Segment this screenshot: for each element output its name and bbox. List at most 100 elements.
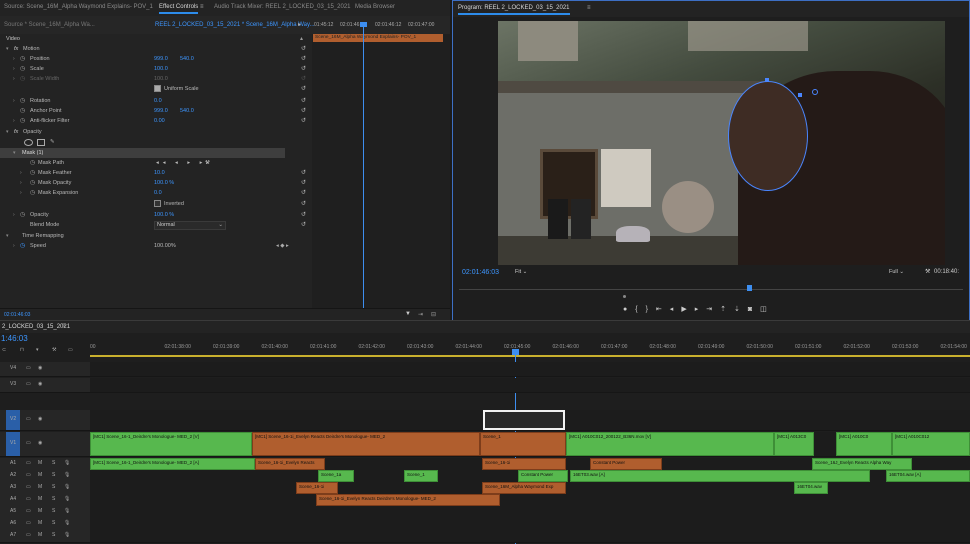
sync-lock-icon[interactable]: ▭ bbox=[26, 472, 31, 478]
mask-expansion-expand-icon[interactable]: › bbox=[20, 188, 22, 198]
mute-icon[interactable]: M bbox=[38, 508, 42, 514]
mute-icon[interactable]: M bbox=[38, 496, 42, 502]
position-stopwatch-icon[interactable]: ◷ bbox=[20, 54, 25, 64]
rotation-stopwatch-icon[interactable]: ◷ bbox=[20, 96, 25, 106]
mask-feather-value[interactable]: 10.0 bbox=[154, 168, 165, 178]
mask-feather-stopwatch-icon[interactable]: ◷ bbox=[30, 168, 35, 178]
extract-icon[interactable]: ⇣ bbox=[734, 306, 748, 313]
scale-width-reset-icon[interactable]: ↺ bbox=[301, 74, 306, 84]
antiflicker-stopwatch-icon[interactable]: ◷ bbox=[20, 116, 25, 126]
rotation-value[interactable]: 0.0 bbox=[154, 96, 162, 106]
motion-reset-icon[interactable]: ↺ bbox=[301, 44, 306, 54]
ellipse-mask-icon[interactable] bbox=[24, 139, 33, 146]
timeline-clip[interactable]: [MC1] A013C0 bbox=[774, 432, 814, 456]
time-remap-expand-icon[interactable]: ▾ bbox=[6, 231, 9, 241]
mask-ellipse-overlay[interactable] bbox=[728, 81, 808, 191]
timeline-clip[interactable]: Constant Power bbox=[590, 458, 662, 470]
captions-icon[interactable]: ▭ bbox=[68, 347, 73, 353]
mask-expand-icon[interactable]: ▾ bbox=[13, 148, 16, 158]
mask-path-stopwatch-icon[interactable]: ◷ bbox=[30, 158, 35, 168]
sync-lock-icon[interactable]: ▭ bbox=[26, 532, 31, 538]
compare-icon[interactable]: ◫ bbox=[760, 306, 775, 313]
mute-icon[interactable]: M bbox=[38, 532, 42, 538]
mask-expansion-stopwatch-icon[interactable]: ◷ bbox=[30, 188, 35, 198]
mask-label[interactable]: Mask (1) bbox=[22, 148, 43, 158]
position-reset-icon[interactable]: ↺ bbox=[301, 54, 306, 64]
mask-feather-expand-icon[interactable]: › bbox=[20, 168, 22, 178]
pen-tool-icon[interactable]: ✎ bbox=[50, 137, 55, 147]
mask-handle-top[interactable] bbox=[765, 78, 769, 82]
uniform-scale-checkbox[interactable]: Uniform Scale bbox=[154, 84, 199, 94]
mic-icon[interactable]: 🎙 bbox=[64, 472, 70, 478]
opacity-value[interactable]: 100.0 % bbox=[154, 210, 174, 220]
eye-icon[interactable]: ◉ bbox=[38, 381, 42, 387]
play-only-icon[interactable]: ▸ bbox=[298, 21, 301, 28]
keyframe-nav-icon[interactable]: ◂ ◆ ▸ bbox=[276, 241, 289, 251]
sync-lock-icon[interactable]: ▭ bbox=[26, 381, 31, 387]
mic-icon[interactable]: 🎙 bbox=[64, 508, 70, 514]
step-back-icon[interactable]: ◂ bbox=[670, 306, 682, 313]
timeline-clip[interactable]: [MC1] A010C012_200122_B36N.mov [V] bbox=[566, 432, 774, 456]
sync-lock-icon[interactable]: ▭ bbox=[26, 440, 31, 446]
program-time-ruler[interactable] bbox=[459, 289, 963, 290]
tab-media-browser[interactable]: Media Browser bbox=[355, 4, 395, 10]
timeline-clip[interactable]: Scene_16-1i bbox=[482, 458, 566, 470]
solo-icon[interactable]: S bbox=[52, 532, 55, 538]
timeline-clip[interactable]: Scene_16-1i_Evelyn Reacts bbox=[255, 458, 325, 470]
timeline-clip[interactable]: 16ET03.wav [A] bbox=[570, 470, 870, 482]
tab-effect-controls[interactable]: Effect Controls bbox=[159, 4, 199, 14]
mask-feather-reset-icon[interactable]: ↺ bbox=[301, 168, 306, 178]
mask-opacity-value[interactable]: 100.0 % bbox=[154, 178, 174, 188]
timeline-clip[interactable]: Scene_16M_Alpha Waymond Exp bbox=[482, 482, 566, 494]
timeline-clip[interactable]: Scene_1 bbox=[480, 432, 566, 456]
track-header-v4[interactable]: V4 ▭ ◉ bbox=[0, 362, 90, 377]
scale-expand-icon[interactable]: › bbox=[13, 64, 15, 74]
work-area-bar[interactable] bbox=[90, 355, 970, 357]
mic-icon[interactable]: 🎙 bbox=[64, 460, 70, 466]
timeline-clip[interactable] bbox=[483, 410, 565, 430]
track-v3[interactable] bbox=[90, 378, 970, 393]
mask-opacity-reset-icon[interactable]: ↺ bbox=[301, 178, 306, 188]
scale-value[interactable]: 100.0 bbox=[154, 64, 168, 74]
sync-lock-icon[interactable]: ▭ bbox=[26, 520, 31, 526]
in-point-marker[interactable] bbox=[623, 295, 626, 298]
speed-expand-icon[interactable]: › bbox=[13, 241, 15, 251]
mask-expansion-value[interactable]: 0.0 bbox=[154, 188, 162, 198]
tab-program[interactable]: Program: REEL 2_LOCKED_03_15_2021 bbox=[458, 5, 570, 15]
scale-width-expand-icon[interactable]: › bbox=[13, 74, 15, 84]
speed-value[interactable]: 100.00% bbox=[154, 241, 176, 251]
export-icon[interactable]: ⇥ bbox=[418, 311, 423, 318]
source-selector[interactable]: Source * Scene_16M_Alpha Wa... bbox=[4, 22, 95, 28]
track-v4[interactable] bbox=[90, 362, 970, 377]
eye-icon[interactable]: ◉ bbox=[38, 440, 42, 446]
step-forward-icon[interactable]: ▸ bbox=[695, 306, 707, 313]
solo-icon[interactable]: S bbox=[52, 508, 55, 514]
mask-rotate-handle[interactable] bbox=[812, 89, 818, 95]
mic-icon[interactable]: 🎙 bbox=[64, 532, 70, 538]
sync-lock-icon[interactable]: ▭ bbox=[26, 460, 31, 466]
opacity-stopwatch-icon[interactable]: ◷ bbox=[20, 210, 25, 220]
ec-current-time[interactable]: 02:01:46:03 bbox=[4, 312, 30, 318]
blend-mode-reset-icon[interactable]: ↺ bbox=[301, 220, 306, 230]
timeline-clip[interactable]: Scene_16-1i_Evelyn Reacts Deirdre's Mono… bbox=[316, 494, 500, 506]
mark-in-icon[interactable]: { bbox=[635, 306, 645, 313]
anti-flicker-value[interactable]: 0.00 bbox=[154, 116, 165, 126]
sync-lock-icon[interactable]: ▭ bbox=[26, 484, 31, 490]
track-header-v2[interactable]: V2 ▭ ◉ bbox=[0, 410, 90, 431]
scale-stopwatch-icon[interactable]: ◷ bbox=[20, 64, 25, 74]
position-expand-icon[interactable]: › bbox=[13, 54, 15, 64]
rectangle-mask-icon[interactable] bbox=[37, 139, 45, 146]
blend-mode-dropdown[interactable]: Normal ⌄ bbox=[154, 221, 226, 230]
timeline-clip[interactable]: Scene_16-1i bbox=[296, 482, 338, 494]
mark-out-icon[interactable]: } bbox=[646, 306, 656, 313]
program-timecode[interactable]: 02:01:46:03 bbox=[462, 269, 499, 276]
track-header-a7[interactable]: A7 ▭ M S 🎙 bbox=[0, 530, 90, 543]
lift-icon[interactable]: ⇡ bbox=[720, 306, 734, 313]
nest-icon[interactable]: ⊂ bbox=[2, 347, 6, 353]
motion-expand-icon[interactable]: ▾ bbox=[6, 44, 9, 54]
track-v1[interactable]: [MC1] Scene_16-1_Deirdre's Monologue- ME… bbox=[90, 432, 970, 457]
mute-icon[interactable]: M bbox=[38, 472, 42, 478]
track-a7[interactable] bbox=[90, 530, 970, 543]
timeline-clip[interactable]: Scene_16J_Evelyn Reacts Alpha Way bbox=[812, 458, 912, 470]
collapse-icon[interactable]: ▴ bbox=[300, 34, 303, 44]
